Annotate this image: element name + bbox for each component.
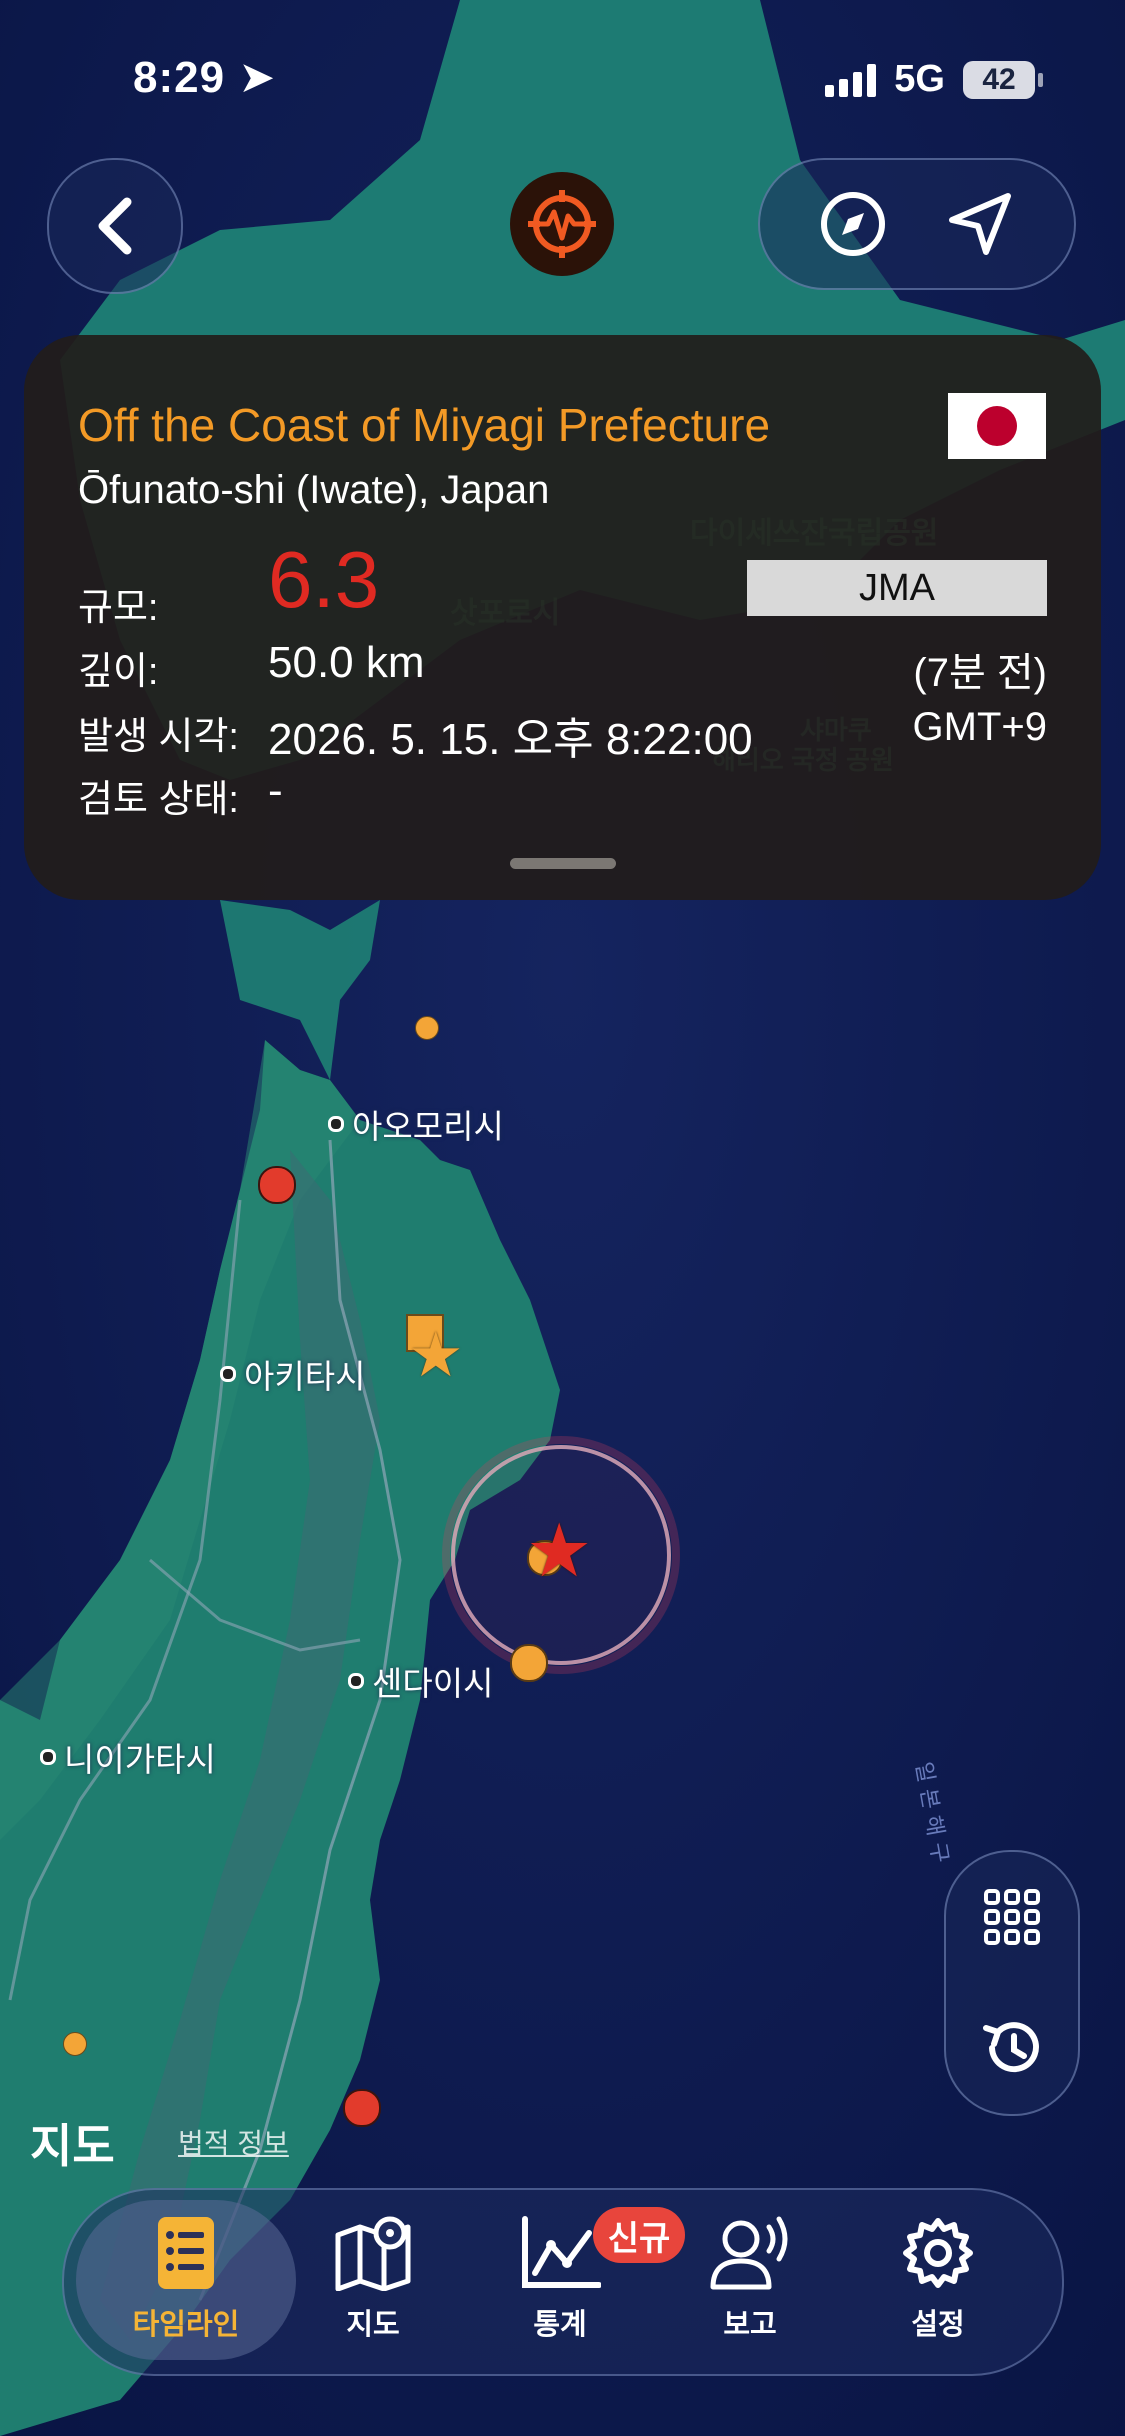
city-label-sendai: 센다이시 (348, 1657, 493, 1705)
status-time: 8:29 ➤ (133, 53, 277, 102)
tab-report[interactable]: 보고 (660, 2215, 840, 2343)
history-icon[interactable] (980, 2016, 1044, 2080)
magnitude-label: 규모: (78, 587, 159, 629)
quake-marker-orange-2[interactable] (510, 1644, 548, 1682)
quake-region-title: Off the Coast of Miyagi Prefecture (78, 399, 771, 451)
maps-attribution: 지도 (30, 2120, 115, 2172)
magnitude-value: 6.3 (268, 535, 380, 624)
relative-time: (7분 전) (913, 651, 1047, 695)
tab-timeline[interactable]: 타임라인 (96, 2215, 276, 2343)
quake-marker-red-2[interactable] (343, 2089, 381, 2127)
grid-icon[interactable] (982, 1887, 1042, 1947)
signal-icon (825, 63, 877, 97)
epicenter-star-icon[interactable]: ★ (526, 1514, 592, 1588)
tab-settings[interactable]: 설정 (848, 2215, 1028, 2343)
city-label-aomori: 아오모리시 (328, 1100, 504, 1148)
agency-badge[interactable]: JMA (747, 560, 1047, 616)
city-label-niigata: 니이가타시 (40, 1733, 216, 1781)
map-controls-group (758, 158, 1076, 290)
quake-marker-small[interactable] (415, 1016, 439, 1040)
timeline-icon (158, 2217, 214, 2289)
network-type: 5G (894, 58, 945, 100)
quake-location: Ōfunato-shi (Iwate), Japan (78, 468, 550, 512)
depth-label: 깊이: (78, 651, 159, 693)
japan-flag-icon (948, 393, 1046, 459)
gear-icon (903, 2218, 973, 2288)
status-indicators: 5G 42 (825, 58, 1043, 101)
chevron-left-icon (98, 197, 132, 255)
review-status-value: - (268, 766, 283, 815)
tab-map[interactable]: 지도 (283, 2215, 463, 2343)
back-button[interactable] (47, 158, 183, 294)
review-status-label: 검토 상태: (78, 779, 239, 821)
depth-value: 50.0 km (268, 638, 425, 687)
quake-marker-red[interactable] (258, 1166, 296, 1204)
quake-marker-star-small[interactable]: ★ (408, 1325, 464, 1387)
city-label-akita: 아키타시 (220, 1350, 365, 1398)
compass-icon[interactable] (818, 189, 888, 259)
quake-marker-small-2[interactable] (63, 2032, 87, 2056)
chart-icon (522, 2216, 601, 2288)
battery-icon: 42 (963, 60, 1043, 99)
app-logo (510, 172, 614, 276)
side-controls (944, 1850, 1080, 2116)
timezone: GMT+9 (912, 705, 1047, 749)
report-icon (710, 2216, 788, 2290)
card-drag-handle[interactable] (510, 858, 616, 869)
legal-link[interactable]: 법적 정보 (178, 2122, 289, 2162)
map-label-park: 다이세쓰잔국립공원 (690, 517, 939, 550)
origin-time-label: 발생 시각: (78, 716, 239, 758)
map-label-sapporo: 삿포로시 (450, 597, 561, 630)
seismograph-icon (528, 190, 596, 258)
origin-time-value: 2026. 5. 15. 오후 8:22:00 (268, 715, 753, 764)
navigation-arrow-icon[interactable] (944, 188, 1016, 260)
map-icon (335, 2216, 411, 2291)
location-arrow-icon: ➤ (238, 53, 277, 102)
